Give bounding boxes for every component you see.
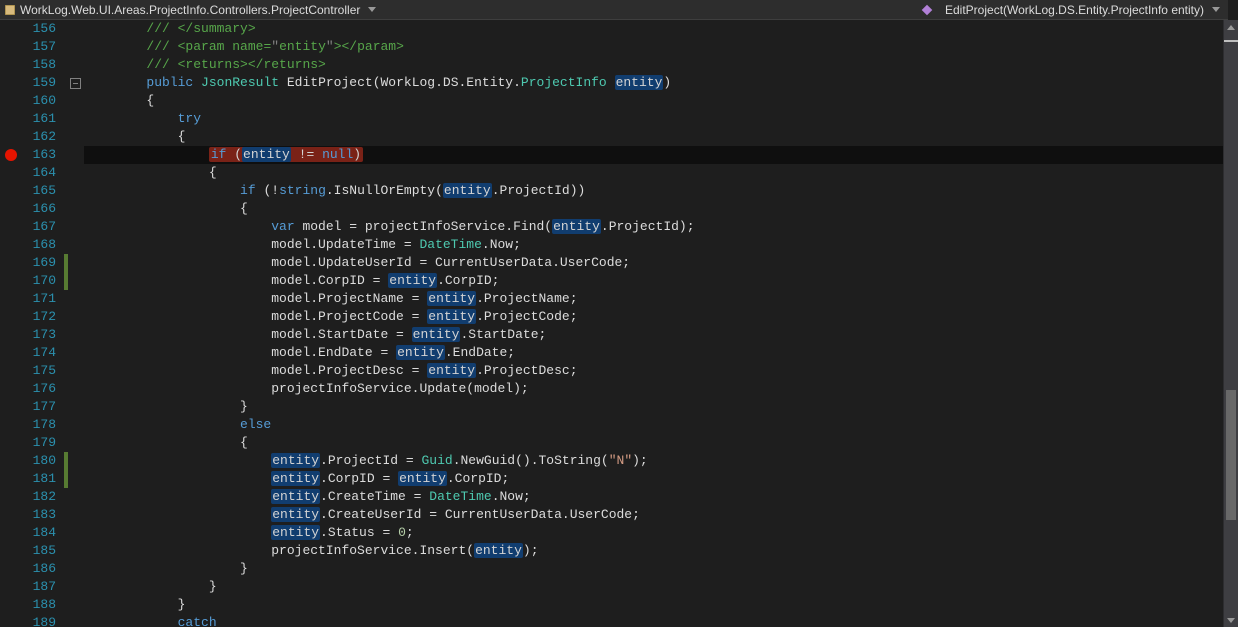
code-line[interactable]: entity.CorpID = entity.CorpID; — [84, 470, 1238, 488]
code-line[interactable]: /// <returns></returns> — [84, 56, 1238, 74]
line-number: 156 — [22, 20, 56, 38]
line-number: 186 — [22, 560, 56, 578]
code-area[interactable]: /// </summary> /// <param name="entity">… — [84, 20, 1238, 627]
code-line[interactable]: model.ProjectDesc = entity.ProjectDesc; — [84, 362, 1238, 380]
code-line[interactable]: projectInfoService.Insert(entity); — [84, 542, 1238, 560]
navigation-breadcrumb: WorkLog.Web.UI.Areas.ProjectInfo.Control… — [0, 0, 1228, 20]
line-number: 160 — [22, 92, 56, 110]
code-line[interactable]: { — [84, 434, 1238, 452]
line-number: 176 — [22, 380, 56, 398]
line-number: 167 — [22, 218, 56, 236]
code-editor[interactable]: 1561571581591601611621631641651661671681… — [0, 20, 1238, 627]
line-number: 158 — [22, 56, 56, 74]
code-line[interactable]: /// <param name="entity"></param> — [84, 38, 1238, 56]
code-line[interactable]: model.ProjectName = entity.ProjectName; — [84, 290, 1238, 308]
line-number: 184 — [22, 524, 56, 542]
code-line[interactable]: projectInfoService.Update(model); — [84, 380, 1238, 398]
code-line[interactable]: model.UpdateUserId = CurrentUserData.Use… — [84, 254, 1238, 272]
class-dropdown[interactable]: WorkLog.Web.UI.Areas.ProjectInfo.Control… — [20, 3, 360, 17]
code-line[interactable]: /// </summary> — [84, 20, 1238, 38]
line-number: 171 — [22, 290, 56, 308]
line-number: 172 — [22, 308, 56, 326]
line-number: 169 — [22, 254, 56, 272]
vertical-scrollbar[interactable] — [1223, 20, 1238, 627]
caret-indicator — [1224, 40, 1238, 42]
line-number: 161 — [22, 110, 56, 128]
code-line[interactable]: try — [84, 110, 1238, 128]
breakpoint-icon[interactable] — [5, 149, 17, 161]
line-number: 179 — [22, 434, 56, 452]
line-number: 188 — [22, 596, 56, 614]
code-line[interactable]: { — [84, 128, 1238, 146]
code-line[interactable]: { — [84, 92, 1238, 110]
code-line[interactable]: } — [84, 398, 1238, 416]
modified-line-mark — [64, 254, 68, 272]
scroll-up-arrow[interactable] — [1224, 20, 1238, 34]
chevron-down-icon[interactable] — [368, 7, 376, 12]
line-number: 165 — [22, 182, 56, 200]
scrollbar-thumb[interactable] — [1226, 390, 1236, 520]
code-line[interactable]: model.ProjectCode = entity.ProjectCode; — [84, 308, 1238, 326]
modified-line-mark — [64, 272, 68, 290]
outline-collapse-icon[interactable] — [70, 78, 81, 89]
line-number: 182 — [22, 488, 56, 506]
code-line[interactable]: } — [84, 560, 1238, 578]
code-line[interactable]: public JsonResult EditProject(WorkLog.DS… — [84, 74, 1238, 92]
class-icon — [4, 4, 16, 16]
line-number: 177 — [22, 398, 56, 416]
code-line[interactable]: { — [84, 200, 1238, 218]
code-line[interactable]: entity.CreateTime = DateTime.Now; — [84, 488, 1238, 506]
code-line[interactable]: model.CorpID = entity.CorpID; — [84, 272, 1238, 290]
line-number: 173 — [22, 326, 56, 344]
line-number: 181 — [22, 470, 56, 488]
line-number: 170 — [22, 272, 56, 290]
code-line[interactable]: if (!string.IsNullOrEmpty(entity.Project… — [84, 182, 1238, 200]
modified-line-mark — [64, 470, 68, 488]
line-number: 183 — [22, 506, 56, 524]
line-number: 166 — [22, 200, 56, 218]
code-line[interactable]: if (entity != null) — [84, 146, 1238, 164]
outlining-margin[interactable] — [70, 20, 84, 627]
code-line[interactable]: } — [84, 578, 1238, 596]
line-number: 159 — [22, 74, 56, 92]
line-number: 164 — [22, 164, 56, 182]
line-number: 157 — [22, 38, 56, 56]
breakpoint-margin[interactable] — [0, 20, 22, 627]
code-line[interactable]: var model = projectInfoService.Find(enti… — [84, 218, 1238, 236]
line-number: 175 — [22, 362, 56, 380]
code-line[interactable]: else — [84, 416, 1238, 434]
line-number: 162 — [22, 128, 56, 146]
code-line[interactable]: { — [84, 164, 1238, 182]
code-line[interactable]: model.StartDate = entity.StartDate; — [84, 326, 1238, 344]
line-number: 163 — [22, 146, 56, 164]
line-number-gutter: 1561571581591601611621631641651661671681… — [22, 20, 64, 627]
scroll-down-arrow[interactable] — [1224, 613, 1238, 627]
method-dropdown[interactable]: EditProject(WorkLog.DS.Entity.ProjectInf… — [945, 3, 1204, 17]
code-line[interactable]: catch — [84, 614, 1238, 627]
line-number: 168 — [22, 236, 56, 254]
code-line[interactable]: } — [84, 596, 1238, 614]
code-line[interactable]: model.UpdateTime = DateTime.Now; — [84, 236, 1238, 254]
code-line[interactable]: entity.ProjectId = Guid.NewGuid().ToStri… — [84, 452, 1238, 470]
line-number: 185 — [22, 542, 56, 560]
code-line[interactable]: entity.CreateUserId = CurrentUserData.Us… — [84, 506, 1238, 524]
line-number: 187 — [22, 578, 56, 596]
method-icon — [921, 4, 933, 16]
chevron-down-icon[interactable] — [1212, 7, 1220, 12]
modified-line-mark — [64, 452, 68, 470]
line-number: 178 — [22, 416, 56, 434]
line-number: 189 — [22, 614, 56, 627]
code-line[interactable]: model.EndDate = entity.EndDate; — [84, 344, 1238, 362]
line-number: 174 — [22, 344, 56, 362]
line-number: 180 — [22, 452, 56, 470]
code-line[interactable]: entity.Status = 0; — [84, 524, 1238, 542]
